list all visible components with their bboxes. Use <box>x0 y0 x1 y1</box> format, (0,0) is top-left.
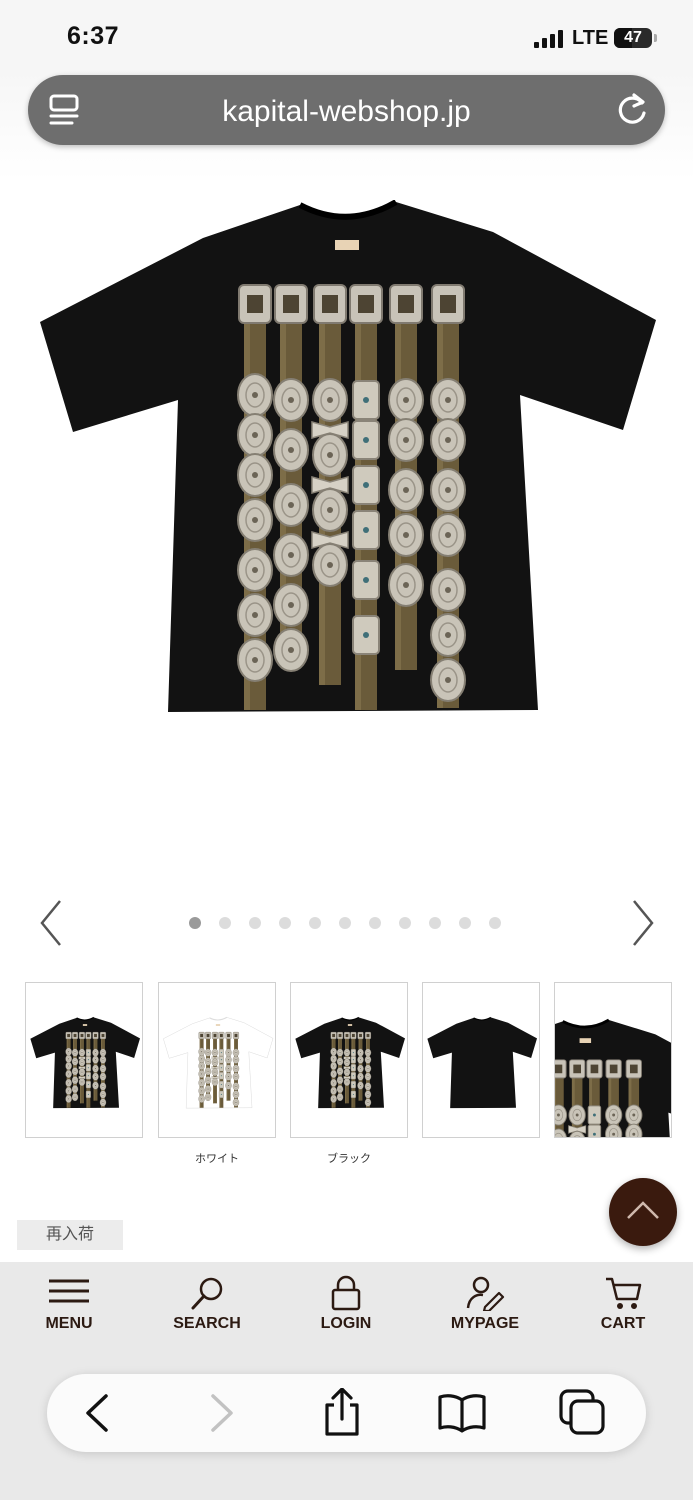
nav-mypage[interactable]: MYPAGE <box>430 1275 540 1337</box>
bookmarks-icon <box>438 1394 486 1433</box>
bookmarks-button[interactable] <box>437 1388 487 1438</box>
carousel-dot[interactable] <box>249 917 261 929</box>
share-icon <box>325 1388 359 1436</box>
carousel-dot[interactable] <box>369 917 381 929</box>
forward-button[interactable] <box>197 1388 247 1438</box>
carousel-dot[interactable] <box>219 917 231 929</box>
hamburger-icon <box>49 1279 89 1303</box>
tabs-icon <box>559 1389 605 1435</box>
thumbnail-4[interactable] <box>422 982 540 1138</box>
status-time: 6:37 <box>67 22 120 50</box>
carousel-dot[interactable] <box>279 917 291 929</box>
product-image[interactable] <box>38 200 658 720</box>
nav-menu-label: MENU <box>45 1315 93 1332</box>
nav-login-label: LOGIN <box>320 1315 372 1332</box>
nav-cart-label: CART <box>600 1315 646 1332</box>
carousel-dot[interactable] <box>489 917 501 929</box>
restock-badge: 再入荷 <box>17 1220 123 1250</box>
cart-icon <box>606 1277 642 1309</box>
chevron-right-icon[interactable] <box>630 898 656 948</box>
thumbnail-caption-black: ブラック <box>327 1153 371 1165</box>
carousel-dot[interactable] <box>459 917 471 929</box>
carousel-dot[interactable] <box>399 917 411 929</box>
carousel-pagination <box>189 917 501 929</box>
nav-login[interactable]: LOGIN <box>291 1275 401 1337</box>
tabs-button[interactable] <box>558 1388 608 1438</box>
nav-search[interactable]: SEARCH <box>152 1275 262 1337</box>
nav-menu[interactable]: MENU <box>14 1275 124 1337</box>
thumbnail-1[interactable] <box>25 982 143 1138</box>
carousel-dot[interactable] <box>189 917 201 929</box>
forward-icon <box>211 1394 233 1432</box>
thumbnail-caption-white: ホワイト <box>195 1153 239 1165</box>
back-button[interactable] <box>72 1388 122 1438</box>
cellular-signal-icon <box>534 30 564 48</box>
nav-cart[interactable]: CART <box>568 1275 678 1337</box>
back-to-top-button[interactable] <box>609 1178 677 1246</box>
battery-cap <box>654 34 657 42</box>
status-bar: 6:37 LTE 47 <box>0 0 693 70</box>
nav-mypage-label: MYPAGE <box>450 1315 520 1332</box>
thumbnail-3[interactable] <box>290 982 408 1138</box>
address-bar[interactable]: kapital-webshop.jp <box>28 75 665 145</box>
battery-percent: 47 <box>624 29 642 46</box>
thumbnail-5[interactable] <box>554 982 672 1138</box>
carousel-dot[interactable] <box>339 917 351 929</box>
network-type: LTE <box>572 27 609 49</box>
nav-search-label: SEARCH <box>173 1315 241 1332</box>
url-text[interactable]: kapital-webshop.jp <box>28 95 665 129</box>
share-button[interactable] <box>317 1388 367 1438</box>
user-edit-icon <box>466 1276 505 1311</box>
lock-icon <box>331 1275 361 1311</box>
carousel-dot[interactable] <box>429 917 441 929</box>
thumbnail-2[interactable] <box>158 982 276 1138</box>
chevron-up-icon <box>627 1201 659 1219</box>
search-icon <box>191 1277 223 1310</box>
chevron-left-icon[interactable] <box>38 898 64 948</box>
reload-icon[interactable] <box>615 91 649 127</box>
battery-icon: 47 <box>614 28 652 48</box>
carousel-dot[interactable] <box>309 917 321 929</box>
back-icon <box>86 1394 108 1432</box>
